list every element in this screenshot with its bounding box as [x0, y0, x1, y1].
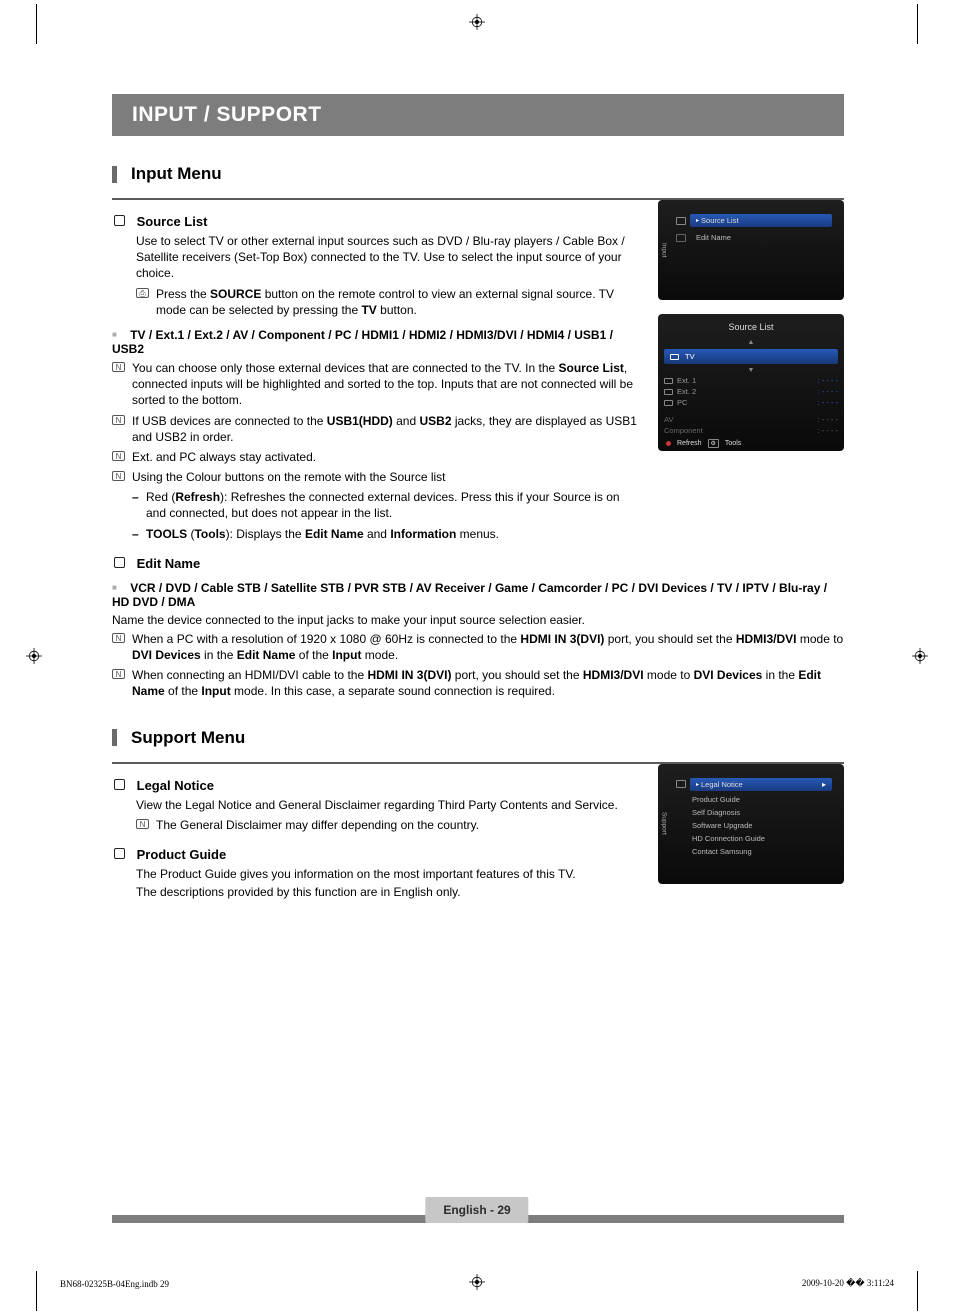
section-heading-input-menu: Input Menu — [112, 164, 844, 184]
registration-mark-icon — [469, 14, 485, 30]
note-icon: N — [112, 669, 125, 679]
square-bullet-icon — [114, 848, 125, 859]
page-content: INPUT / SUPPORT Input Menu Source List U… — [112, 94, 844, 902]
tv-icon — [670, 354, 679, 360]
osd-item: Ext. 1 : - - - - — [658, 375, 844, 386]
osd-item: PC : - - - - — [658, 397, 844, 408]
osd-item: Self Diagnosis — [670, 806, 838, 819]
osd-selected-item: ▸ Source List — [690, 214, 832, 227]
square-bullet-icon — [114, 779, 125, 790]
osd-item: HD Connection Guide — [670, 832, 838, 845]
osd-item: Contact Samsung — [670, 845, 838, 858]
registration-mark-icon — [469, 1274, 485, 1293]
footer-timestamp: 2009-10-20 �� 3:11:24 — [802, 1278, 894, 1289]
cable-icon — [676, 217, 686, 225]
osd-item-disabled: AV : - - - - — [658, 414, 844, 425]
edit-icon — [676, 234, 686, 242]
body-text: The Product Guide gives you information … — [136, 866, 642, 900]
crop-mark — [36, 4, 37, 44]
list-item-edit-name-devices: VCR / DVD / Cable STB / Satellite STB / … — [112, 581, 844, 700]
note-item: N If USB devices are connected to the US… — [112, 413, 642, 445]
red-dot-icon — [666, 441, 671, 446]
osd-item: Edit Name — [690, 231, 737, 244]
note-item: N You can choose only those external dev… — [112, 360, 642, 409]
section-title: Input Menu — [131, 164, 222, 184]
sub-heading-source-list: Source List — [114, 214, 642, 229]
square-bullet-icon — [114, 557, 125, 568]
dash-item: TOOLS (Tools): Displays the Edit Name an… — [132, 526, 642, 542]
crop-mark — [36, 1271, 37, 1311]
note-item: ⎙ Press the SOURCE button on the remote … — [136, 286, 642, 318]
osd-support-menu: Support ▸ Legal Notice ▸ Product Guide S… — [658, 764, 844, 884]
osd-selected-item: TV — [664, 349, 838, 364]
osd-tab-label: Input — [658, 204, 670, 296]
osd-tab-label: Support — [658, 768, 670, 880]
help-icon — [676, 780, 686, 788]
section-title: Support Menu — [131, 728, 245, 748]
note-item: N The General Disclaimer may differ depe… — [136, 817, 642, 833]
body-text: Use to select TV or other external input… — [136, 233, 642, 318]
osd-selected-item: ▸ Legal Notice ▸ — [690, 778, 832, 791]
note-item: N When a PC with a resolution of 1920 x … — [112, 631, 844, 663]
port-icon — [664, 378, 673, 384]
note-icon: N — [112, 633, 125, 643]
page-number-label: English - 29 — [425, 1197, 528, 1223]
note-icon: N — [112, 362, 125, 372]
registration-mark-icon — [912, 648, 928, 667]
note-item: N Ext. and PC always stay activated. — [112, 449, 642, 465]
section-heading-support-menu: Support Menu — [112, 728, 844, 748]
registration-mark-icon — [26, 648, 42, 667]
sub-heading-legal-notice: Legal Notice — [114, 778, 642, 793]
osd-input-menu: Input ▸ Source List Edit Name — [658, 200, 844, 300]
osd-item: Product Guide — [670, 793, 838, 806]
note-icon: N — [136, 819, 149, 829]
banner-title: INPUT / SUPPORT — [112, 94, 844, 136]
note-item: N When connecting an HDMI/DVI cable to t… — [112, 667, 844, 699]
chevron-right-icon: ▸ — [822, 780, 826, 789]
sub-heading-edit-name: Edit Name — [114, 556, 844, 571]
arrow-down-icon — [658, 366, 844, 375]
note-icon: N — [112, 451, 125, 461]
osd-footer: Refresh ⚙ Tools — [658, 436, 844, 451]
note-icon: N — [112, 415, 125, 425]
osd-source-list: Source List TV Ext. 1 : - - - - Ext. 2 :… — [658, 314, 844, 451]
dash-item: Red (Refresh): Refreshes the connected e… — [132, 489, 642, 521]
heading-bar-icon — [112, 729, 117, 746]
osd-item-disabled: Component : - - - - — [658, 425, 844, 436]
note-icon: N — [112, 471, 125, 481]
square-bullet-icon — [114, 215, 125, 226]
remote-icon: ⎙ — [136, 288, 149, 298]
body-text: Name the device connected to the input j… — [112, 613, 844, 627]
osd-title: Source List — [658, 318, 844, 338]
footer-filename: BN68-02325B-04Eng.indb 29 — [60, 1279, 169, 1289]
osd-previews: Input ▸ Source List Edit Name — [658, 200, 844, 542]
tools-icon: ⚙ — [708, 439, 719, 448]
crop-mark — [917, 4, 918, 44]
crop-mark — [917, 1271, 918, 1311]
osd-item: Software Upgrade — [670, 819, 838, 832]
arrow-up-icon — [658, 338, 844, 347]
body-text: View the Legal Notice and General Discla… — [136, 797, 642, 833]
port-icon — [664, 400, 673, 406]
list-item-inputs: TV / Ext.1 / Ext.2 / AV / Component / PC… — [112, 328, 642, 542]
note-item: N Using the Colour buttons on the remote… — [112, 469, 642, 542]
heading-bar-icon — [112, 166, 117, 183]
osd-item: Ext. 2 : - - - - — [658, 386, 844, 397]
sub-heading-product-guide: Product Guide — [114, 847, 642, 862]
port-icon — [664, 389, 673, 395]
